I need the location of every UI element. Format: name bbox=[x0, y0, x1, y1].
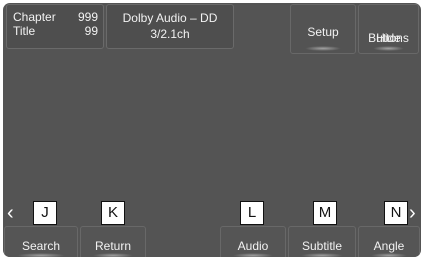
title-value: 99 bbox=[84, 24, 98, 38]
callout-n: N bbox=[384, 201, 408, 225]
chapter-title-panel: Chapter 999 Title 99 bbox=[6, 4, 104, 49]
callout-k: K bbox=[101, 201, 125, 225]
dvd-screen: Chapter 999 Title 99 Dolby Audio – DD 3/… bbox=[3, 3, 421, 257]
callout-j: J bbox=[33, 201, 57, 225]
chapter-value: 999 bbox=[77, 10, 98, 24]
search-button[interactable]: Search bbox=[4, 226, 78, 257]
setup-button[interactable]: Setup bbox=[290, 4, 356, 54]
hide-buttons-label: Hide Buttons bbox=[368, 31, 409, 45]
audio-info-panel: Dolby Audio – DD 3/2.1ch bbox=[106, 4, 234, 49]
title-label: Title bbox=[13, 24, 36, 38]
callout-m: M bbox=[313, 201, 337, 225]
chevron-left-icon[interactable]: ‹ bbox=[7, 202, 14, 224]
return-button[interactable]: Return bbox=[80, 226, 146, 257]
audio-channels: 3/2.1ch bbox=[150, 27, 190, 41]
chevron-right-icon[interactable]: › bbox=[409, 202, 416, 224]
callout-l: L bbox=[240, 201, 264, 225]
audio-format: Dolby Audio – DD bbox=[122, 11, 218, 25]
setup-label: Setup bbox=[307, 25, 339, 39]
chapter-label: Chapter bbox=[13, 10, 56, 24]
audio-button[interactable]: Audio bbox=[220, 226, 286, 257]
angle-button[interactable]: Angle bbox=[358, 226, 420, 257]
hide-buttons-button[interactable]: Hide Buttons bbox=[358, 4, 419, 54]
subtitle-button[interactable]: Subtitle bbox=[288, 226, 356, 257]
